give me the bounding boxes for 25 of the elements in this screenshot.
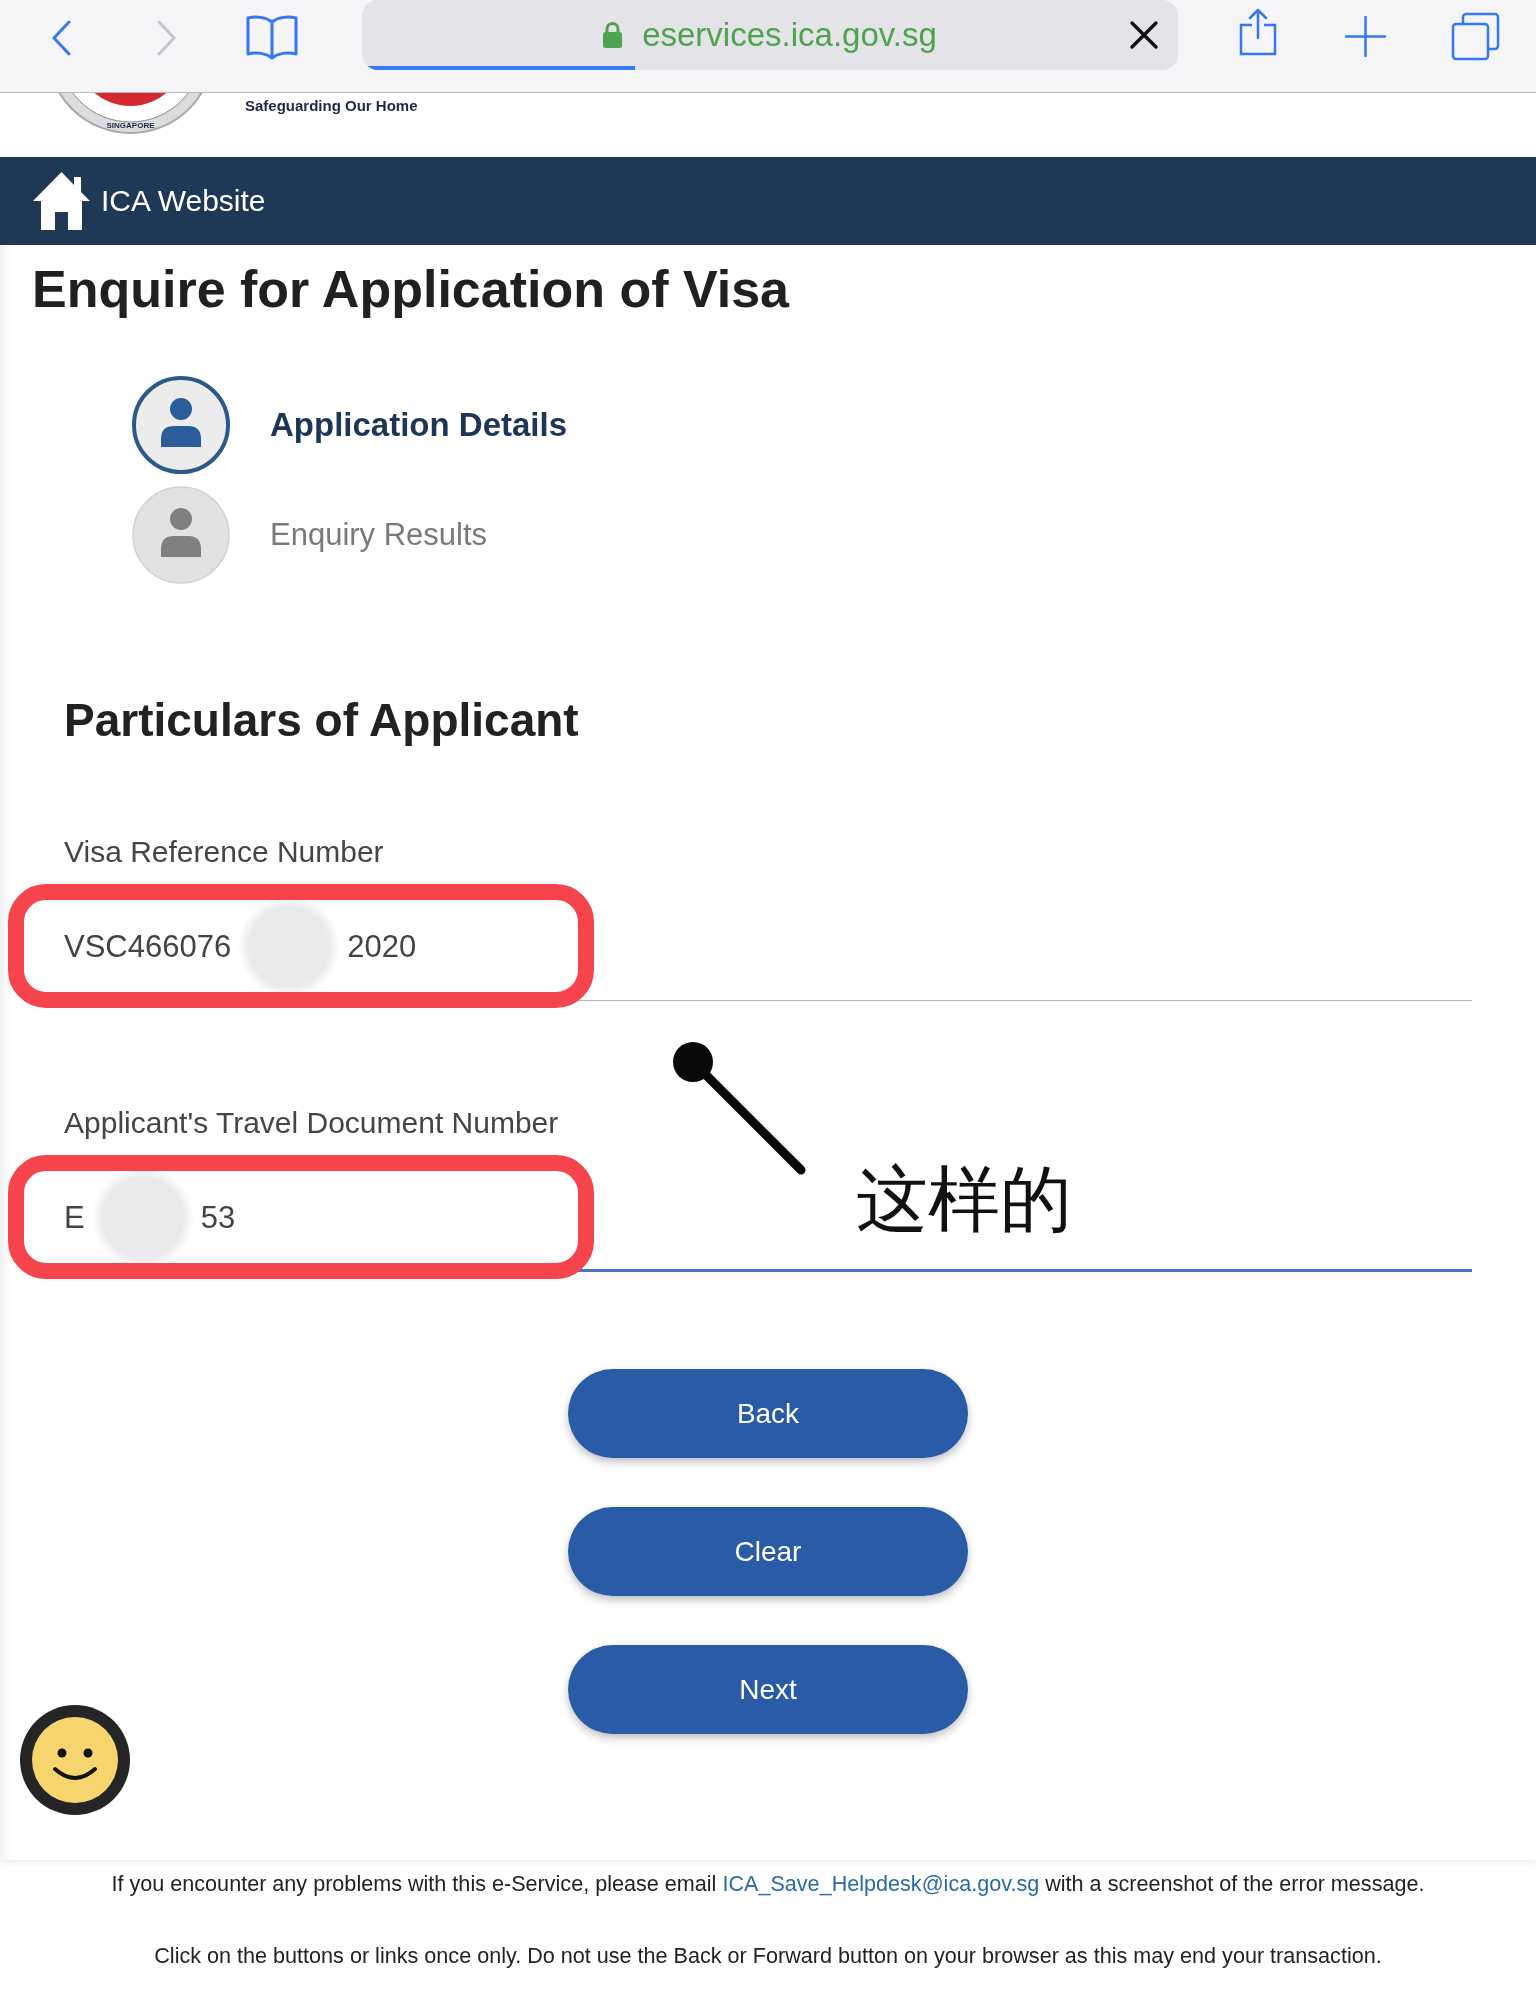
field-label: Applicant's Travel Document Number	[64, 1105, 559, 1141]
email-link[interactable]: ICA_Save_Helpdesk@ica.gov.sg	[722, 1871, 1040, 1896]
home-link[interactable]: ICA Website	[32, 171, 266, 231]
padlock-icon	[603, 22, 623, 48]
chevron-left-icon[interactable]	[51, 20, 71, 56]
help-text: If you encounter any problems with this e-Service, please email ICA_Save_Helpdesk@ica.gov.sg with a screenshot of the error message.	[111, 1872, 1425, 1896]
share-icon[interactable]	[1239, 8, 1277, 56]
tagline-text: Safeguarding Our Home	[245, 98, 418, 113]
input-field[interactable]: VSC466076 2020	[64, 870, 1472, 1001]
back-button[interactable]: Back	[568, 1369, 968, 1458]
next-button[interactable]: Next	[568, 1645, 968, 1734]
page-title: Enquire for Application of Visa	[32, 259, 789, 320]
plus-icon[interactable]	[1345, 16, 1386, 57]
overlapping-squares-icon[interactable]	[1451, 12, 1500, 61]
close-icon[interactable]	[1129, 20, 1159, 50]
open-book-icon[interactable]	[246, 14, 298, 60]
field-label: Visa Reference Number	[64, 834, 384, 870]
annotation-text: 这样的	[856, 1159, 1072, 1239]
clear-button[interactable]: Clear	[568, 1507, 968, 1596]
section-title: Particulars of Applicant	[64, 693, 579, 747]
step-label: Enquiry Results	[270, 516, 488, 554]
step-label: Application Details	[270, 405, 568, 445]
notice-text: Click on the buttons or links once only. Do not use the Back or Forward button on your browser as this may end your transaction.	[154, 1944, 1382, 1968]
smiley-icon	[32, 1717, 118, 1803]
home-icon	[32, 171, 91, 231]
